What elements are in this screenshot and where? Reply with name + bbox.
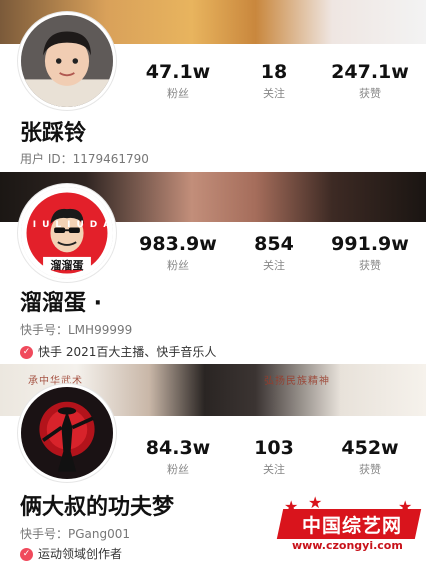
profile-card-2: LIULIUDAN 溜溜蛋 983.9w 粉丝 854 关注 991.9w 获赞… bbox=[0, 172, 426, 364]
stat-label: 粉丝 bbox=[167, 463, 189, 476]
stat-following[interactable]: 854 关注 bbox=[226, 232, 322, 274]
stat-label: 关注 bbox=[263, 87, 285, 100]
stat-label: 粉丝 bbox=[167, 87, 189, 100]
banner-text-right: 弘扬民族精神 bbox=[264, 376, 330, 387]
certification-line: ✓ 快手 2021百大主播、快手音乐人 bbox=[20, 344, 216, 360]
stats-row: 84.3w 粉丝 103 关注 452w 获赞 bbox=[130, 436, 418, 478]
watermark-title: 中国综艺网 bbox=[302, 515, 403, 537]
stats-row: 983.9w 粉丝 854 关注 991.9w 获赞 bbox=[130, 232, 418, 274]
stat-following[interactable]: 103 关注 bbox=[226, 436, 322, 478]
verified-check-icon: ✓ bbox=[20, 345, 33, 359]
stat-value: 247.1w bbox=[331, 61, 409, 83]
certification-text: 快手 2021百大主播、快手音乐人 bbox=[38, 345, 217, 359]
profile-id: 快手号：PGang001 bbox=[20, 527, 131, 541]
stat-label: 获赞 bbox=[359, 259, 381, 272]
stat-followers[interactable]: 47.1w 粉丝 bbox=[130, 60, 226, 102]
stat-value: 84.3w bbox=[145, 437, 211, 459]
stat-label: 粉丝 bbox=[167, 259, 189, 272]
profile-name: 俩大叔的功夫梦 bbox=[20, 495, 175, 520]
stat-value: 18 bbox=[260, 61, 288, 83]
avatar[interactable]: LIULIUDAN 溜溜蛋 bbox=[18, 184, 116, 282]
stat-likes[interactable]: 247.1w 获赞 bbox=[322, 60, 418, 102]
stat-value: 991.9w bbox=[331, 233, 409, 255]
stats-row: 47.1w 粉丝 18 关注 247.1w 获赞 bbox=[130, 60, 418, 102]
avatar[interactable] bbox=[18, 384, 116, 482]
profile-name: 溜溜蛋 · bbox=[20, 291, 103, 316]
child-avatar-image bbox=[21, 15, 113, 107]
stat-value: 854 bbox=[254, 233, 294, 255]
stat-label: 关注 bbox=[263, 259, 285, 272]
stat-followers[interactable]: 84.3w 粉丝 bbox=[130, 436, 226, 478]
stat-label: 获赞 bbox=[359, 463, 381, 476]
martial-artist-avatar-image bbox=[21, 387, 113, 479]
stat-likes[interactable]: 991.9w 获赞 bbox=[322, 232, 418, 274]
stat-label: 获赞 bbox=[359, 87, 381, 100]
stat-following[interactable]: 18 关注 bbox=[226, 60, 322, 102]
verified-check-icon: ✓ bbox=[20, 547, 33, 561]
avatar[interactable] bbox=[18, 12, 116, 110]
stat-value: 103 bbox=[254, 437, 294, 459]
profile-name: 张踩铃 bbox=[20, 121, 87, 146]
stat-likes[interactable]: 452w 获赞 bbox=[322, 436, 418, 478]
stat-value: 47.1w bbox=[145, 61, 211, 83]
stat-label: 关注 bbox=[263, 463, 285, 476]
stat-followers[interactable]: 983.9w 粉丝 bbox=[130, 232, 226, 274]
certification-line: ✓ 运动领域创作者 bbox=[20, 546, 122, 562]
watermark-url: www.czongyi.com bbox=[292, 539, 403, 552]
profile-card-1: 47.1w 粉丝 18 关注 247.1w 获赞 张踩铃 用户 ID：11794… bbox=[0, 0, 426, 172]
certification-text: 运动领域创作者 bbox=[38, 547, 123, 561]
stat-value: 452w bbox=[341, 437, 399, 459]
stat-value: 983.9w bbox=[139, 233, 217, 255]
avatar-text-top: LIULIUDAN bbox=[21, 220, 116, 230]
avatar-text-bottom: 溜溜蛋 bbox=[50, 259, 84, 272]
profile-id: 用户 ID：1179461790 bbox=[20, 152, 149, 166]
profile-id: 快手号：LMH99999 bbox=[20, 323, 133, 337]
site-watermark: ★ ★ ★ 中国综艺网 www.czongyi.com bbox=[276, 493, 422, 559]
